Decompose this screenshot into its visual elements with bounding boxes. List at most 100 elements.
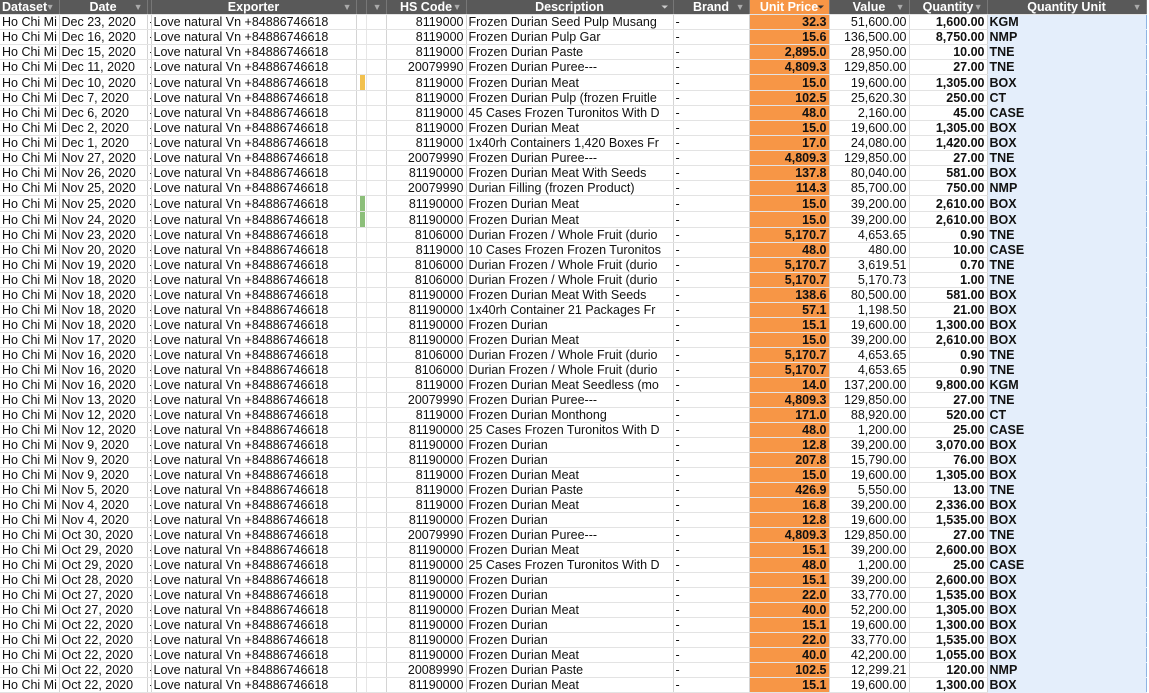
cell-description[interactable]: Frozen Durian Pulp (frozen Fruitle bbox=[466, 90, 674, 106]
cell-exporter[interactable]: Love natural Vn +84886746618 bbox=[151, 512, 357, 528]
cell-blank[interactable] bbox=[366, 572, 387, 588]
cell-quantity-unit[interactable]: BOX bbox=[986, 195, 1147, 212]
cell-marker[interactable] bbox=[356, 14, 367, 30]
cell-quantity-unit[interactable]: BOX bbox=[986, 452, 1147, 468]
cell-hs-code[interactable]: 81190000 bbox=[386, 165, 467, 181]
cell-unit-price[interactable]: 4,809.3 bbox=[749, 150, 830, 166]
table-row[interactable]: Ho Chi MiNov 18, 2020-Love natural Vn +8… bbox=[0, 302, 1147, 318]
cell-exporter[interactable]: Love natural Vn +84886746618 bbox=[151, 347, 357, 363]
cell-quantity[interactable]: 27.00 bbox=[909, 150, 988, 166]
cell-separator[interactable]: - bbox=[147, 227, 152, 243]
cell-description[interactable]: Frozen Durian Puree--- bbox=[466, 59, 674, 75]
cell-blank[interactable] bbox=[366, 105, 387, 121]
cell-date[interactable]: Nov 16, 2020 bbox=[59, 362, 148, 378]
cell-blank[interactable] bbox=[366, 332, 387, 348]
table-row[interactable]: Ho Chi MiOct 27, 2020-Love natural Vn +8… bbox=[0, 602, 1147, 618]
cell-description[interactable]: 45 Cases Frozen Turonitos With D bbox=[466, 105, 674, 121]
cell-dataset[interactable]: Ho Chi Mi bbox=[0, 272, 60, 288]
cell-exporter[interactable]: Love natural Vn +84886746618 bbox=[151, 467, 357, 483]
cell-value[interactable]: 19,600.00 bbox=[829, 467, 910, 483]
cell-value[interactable]: 85,700.00 bbox=[829, 180, 910, 196]
cell-date[interactable]: Oct 29, 2020 bbox=[59, 542, 148, 558]
column-header-quantity[interactable]: Quantity ▼ bbox=[909, 0, 988, 15]
cell-description[interactable]: Frozen Durian Meat bbox=[466, 211, 674, 228]
cell-exporter[interactable]: Love natural Vn +84886746618 bbox=[151, 647, 357, 663]
cell-marker[interactable] bbox=[356, 195, 367, 212]
cell-dataset[interactable]: Ho Chi Mi bbox=[0, 347, 60, 363]
cell-quantity-unit[interactable]: BOX bbox=[986, 332, 1147, 348]
table-row[interactable]: Ho Chi MiNov 16, 2020-Love natural Vn +8… bbox=[0, 347, 1147, 363]
cell-value[interactable]: 19,600.00 bbox=[829, 317, 910, 333]
cell-value[interactable]: 51,600.00 bbox=[829, 14, 910, 30]
cell-quantity-unit[interactable]: TNE bbox=[986, 527, 1147, 543]
cell-hs-code[interactable]: 20089990 bbox=[386, 662, 467, 678]
cell-hs-code[interactable]: 8119000 bbox=[386, 44, 467, 60]
cell-hs-code[interactable]: 8106000 bbox=[386, 257, 467, 273]
cell-quantity[interactable]: 1,535.00 bbox=[909, 587, 988, 603]
table-row[interactable]: Ho Chi MiOct 22, 2020-Love natural Vn +8… bbox=[0, 632, 1147, 648]
cell-separator[interactable]: - bbox=[147, 482, 152, 498]
cell-hs-code[interactable]: 8119000 bbox=[386, 105, 467, 121]
cell-quantity-unit[interactable]: TNE bbox=[986, 257, 1147, 273]
cell-brand[interactable]: - bbox=[673, 452, 750, 468]
cell-hs-code[interactable]: 8119000 bbox=[386, 120, 467, 136]
cell-dataset[interactable]: Ho Chi Mi bbox=[0, 527, 60, 543]
cell-date[interactable]: Dec 7, 2020 bbox=[59, 90, 148, 106]
table-row[interactable]: Ho Chi MiNov 26, 2020-Love natural Vn +8… bbox=[0, 165, 1147, 181]
cell-marker[interactable] bbox=[356, 527, 367, 543]
cell-quantity[interactable]: 1,420.00 bbox=[909, 135, 988, 151]
cell-date[interactable]: Nov 19, 2020 bbox=[59, 257, 148, 273]
cell-description[interactable]: Frozen Durian Meat bbox=[466, 467, 674, 483]
cell-exporter[interactable]: Love natural Vn +84886746618 bbox=[151, 317, 357, 333]
cell-date[interactable]: Nov 27, 2020 bbox=[59, 150, 148, 166]
cell-blank[interactable] bbox=[366, 632, 387, 648]
cell-brand[interactable]: - bbox=[673, 211, 750, 228]
cell-date[interactable]: Dec 2, 2020 bbox=[59, 120, 148, 136]
cell-description[interactable]: Frozen Durian Meat bbox=[466, 120, 674, 136]
cell-exporter[interactable]: Love natural Vn +84886746618 bbox=[151, 662, 357, 678]
table-row[interactable]: Ho Chi MiOct 29, 2020-Love natural Vn +8… bbox=[0, 557, 1147, 573]
cell-quantity[interactable]: 3,070.00 bbox=[909, 437, 988, 453]
cell-unit-price[interactable]: 4,809.3 bbox=[749, 59, 830, 75]
cell-value[interactable]: 129,850.00 bbox=[829, 527, 910, 543]
filter-active-icon[interactable]: ⏷ bbox=[817, 0, 824, 14]
cell-date[interactable]: Nov 5, 2020 bbox=[59, 482, 148, 498]
cell-dataset[interactable]: Ho Chi Mi bbox=[0, 242, 60, 258]
cell-blank[interactable] bbox=[366, 452, 387, 468]
cell-exporter[interactable]: Love natural Vn +84886746618 bbox=[151, 90, 357, 106]
cell-marker[interactable] bbox=[356, 467, 367, 483]
cell-quantity[interactable]: 1,305.00 bbox=[909, 74, 988, 91]
cell-blank[interactable] bbox=[366, 257, 387, 273]
cell-date[interactable]: Nov 12, 2020 bbox=[59, 422, 148, 438]
cell-date[interactable]: Oct 22, 2020 bbox=[59, 617, 148, 633]
cell-separator[interactable]: - bbox=[147, 452, 152, 468]
cell-exporter[interactable]: Love natural Vn +84886746618 bbox=[151, 287, 357, 303]
cell-unit-price[interactable]: 5,170.7 bbox=[749, 347, 830, 363]
cell-quantity-unit[interactable]: KGM bbox=[986, 14, 1147, 30]
cell-marker[interactable] bbox=[356, 452, 367, 468]
cell-description[interactable]: Durian Frozen / Whole Fruit (durio bbox=[466, 257, 674, 273]
cell-blank[interactable] bbox=[366, 120, 387, 136]
cell-blank[interactable] bbox=[366, 677, 387, 693]
cell-exporter[interactable]: Love natural Vn +84886746618 bbox=[151, 557, 357, 573]
cell-marker[interactable] bbox=[356, 135, 367, 151]
cell-quantity[interactable]: 0.90 bbox=[909, 227, 988, 243]
table-row[interactable]: Ho Chi MiOct 29, 2020-Love natural Vn +8… bbox=[0, 542, 1147, 558]
cell-unit-price[interactable]: 2,895.0 bbox=[749, 44, 830, 60]
cell-unit-price[interactable]: 22.0 bbox=[749, 587, 830, 603]
table-row[interactable]: Ho Chi MiNov 17, 2020-Love natural Vn +8… bbox=[0, 332, 1147, 348]
cell-quantity-unit[interactable]: BOX bbox=[986, 572, 1147, 588]
cell-dataset[interactable]: Ho Chi Mi bbox=[0, 542, 60, 558]
cell-brand[interactable]: - bbox=[673, 120, 750, 136]
cell-blank[interactable] bbox=[366, 347, 387, 363]
cell-brand[interactable]: - bbox=[673, 512, 750, 528]
cell-quantity[interactable]: 76.00 bbox=[909, 452, 988, 468]
cell-blank[interactable] bbox=[366, 392, 387, 408]
cell-value[interactable]: 52,200.00 bbox=[829, 602, 910, 618]
cell-dataset[interactable]: Ho Chi Mi bbox=[0, 512, 60, 528]
cell-unit-price[interactable]: 15.1 bbox=[749, 572, 830, 588]
cell-marker[interactable] bbox=[356, 617, 367, 633]
cell-separator[interactable]: - bbox=[147, 362, 152, 378]
cell-value[interactable]: 1,198.50 bbox=[829, 302, 910, 318]
cell-brand[interactable]: - bbox=[673, 332, 750, 348]
